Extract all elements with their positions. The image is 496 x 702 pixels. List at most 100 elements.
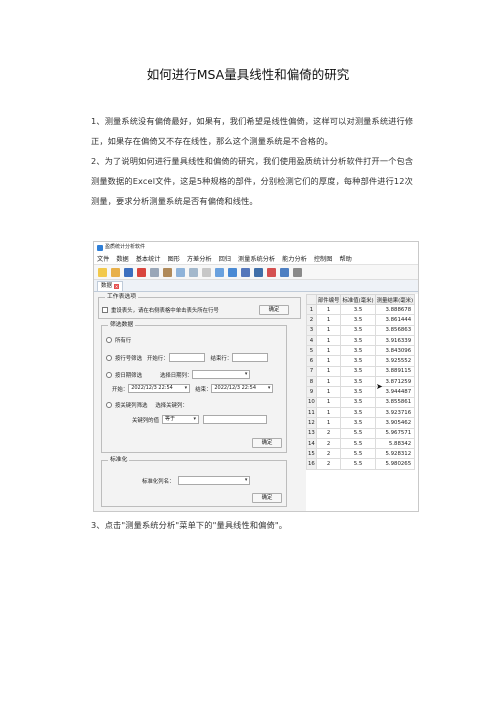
row-number[interactable]: 1 [306,303,317,316]
menu-item-9[interactable]: 帮助 [339,254,351,263]
open-icon[interactable] [111,267,120,277]
row-number[interactable]: 4 [306,334,317,347]
table-cell[interactable]: 3.5 [340,314,376,326]
by-date-radio[interactable] [106,371,112,378]
row-number[interactable]: 5 [306,345,317,357]
table-row[interactable]: 4 1 3.5 3.916339 [306,334,416,347]
table-cell[interactable]: 3.5 [340,386,376,398]
table-row[interactable]: 11 1 3.5 3.923716 [306,406,416,419]
table-cell[interactable]: 3.5 [340,417,376,429]
new-icon[interactable] [98,267,107,277]
key-value-input[interactable] [202,415,267,424]
start-date-picker[interactable]: 2022/12/3 22:54 [128,384,191,393]
menu-item-6[interactable]: 测量系统分析 [238,254,275,263]
row-number[interactable]: 2 [306,314,317,326]
table-cell[interactable]: 3.5 [340,376,376,388]
by-key-radio[interactable] [106,402,112,408]
table-cell[interactable]: 1 [315,406,342,419]
table-cell[interactable]: 2 [315,427,342,439]
row-number[interactable]: 6 [306,355,317,367]
table-cell[interactable]: 1 [315,396,342,408]
table-cell[interactable]: 3.888678 [374,303,416,316]
reset-confirm-button[interactable]: 确定 [259,305,289,315]
delete-icon[interactable] [137,267,146,277]
column-header-2[interactable]: 测量结果(毫米) [374,294,416,305]
std-confirm-button[interactable]: 确定 [252,493,282,503]
table-cell[interactable]: 3.5 [340,334,376,347]
table-row[interactable]: 2 1 3.5 3.861444 [306,314,416,326]
table-row[interactable]: 6 1 3.5 3.925552 [306,355,416,367]
chart-bar-icon[interactable] [228,267,237,277]
table-cell[interactable]: 5.88342 [374,437,416,450]
table-cell[interactable]: 2 [315,437,342,450]
row-number[interactable]: 3 [306,324,317,336]
filter-confirm-button[interactable]: 确定 [252,438,282,448]
table-cell[interactable]: 1 [315,376,342,388]
end-row-input[interactable] [232,353,269,362]
operator-select[interactable]: 等于 [161,415,199,424]
table-cell[interactable]: 1 [315,355,342,367]
all-rows-radio[interactable] [106,337,112,343]
table-row[interactable]: 13 2 5.5 5.967571 [306,427,416,439]
reset-header-checkbox[interactable] [102,307,108,313]
row-number[interactable]: 7 [306,365,317,378]
table-cell[interactable]: 3.5 [340,355,376,367]
table-cell[interactable]: 1 [315,334,342,347]
paste-icon[interactable] [163,267,172,277]
table-row[interactable]: 7 1 3.5 3.889115 [306,365,416,378]
table-cell[interactable]: 5.5 [340,458,376,470]
copy-icon[interactable] [150,267,159,277]
table-cell[interactable]: 3.889115 [374,365,416,378]
table-cell[interactable]: 3.855861 [374,396,416,408]
table-row[interactable]: 8 1 3.5 3.871259 [306,376,416,388]
histogram-icon[interactable] [241,267,250,277]
table-cell[interactable]: 3.856863 [374,324,416,336]
tab-data[interactable]: 数据 ✕ [97,281,124,291]
menu-item-7[interactable]: 能力分析 [282,254,307,263]
start-row-input[interactable] [168,353,205,362]
table-row[interactable]: 1 1 3.5 3.888678 [306,303,416,316]
table-row[interactable]: 9 1 3.5 3.944487 [306,386,416,398]
table-cell[interactable]: 3.5 [340,365,376,378]
table-cell[interactable]: 1 [315,365,342,378]
row-number[interactable]: 10 [306,396,317,408]
row-number[interactable]: 14 [306,437,317,450]
menu-item-3[interactable]: 图形 [168,254,180,263]
menu-item-4[interactable]: 方差分析 [187,254,212,263]
table-row[interactable]: 14 2 5.5 5.88342 [306,437,416,450]
row-number[interactable]: 8 [306,376,317,388]
row-number[interactable]: 16 [306,458,317,470]
table-cell[interactable]: 3.843096 [374,345,416,357]
table-cell[interactable]: 3.925552 [374,355,416,367]
table-cell[interactable]: 5.5 [340,427,376,439]
table-cell[interactable]: 1 [315,303,342,316]
date-column-select[interactable] [192,370,251,379]
menu-item-5[interactable]: 回归 [219,254,231,263]
table-cell[interactable]: 3.5 [340,324,376,336]
menu-item-1[interactable]: 数据 [116,254,128,263]
chart-line-icon[interactable] [215,267,224,277]
table-row[interactable]: 10 1 3.5 3.855861 [306,396,416,408]
table-cell[interactable]: 1 [315,324,342,336]
row-number[interactable]: 11 [306,406,317,419]
table-cell[interactable]: 3.5 [340,345,376,357]
table-cell[interactable]: 1 [315,314,342,326]
table-cell[interactable]: 3.916339 [374,334,416,347]
row-number[interactable]: 9 [306,386,317,398]
save-icon[interactable] [124,267,133,277]
control-chart-icon[interactable] [280,267,289,277]
table-cell[interactable]: 3.905462 [374,417,416,429]
table-cell[interactable]: 3.861444 [374,314,416,326]
table-row[interactable]: 12 1 3.5 3.905462 [306,417,416,429]
column-header-1[interactable]: 标准值(毫米) [340,294,376,305]
capability-icon[interactable] [293,267,302,277]
row-number[interactable]: 13 [306,427,317,439]
menu-item-2[interactable]: 基本统计 [136,254,161,263]
by-row-radio[interactable] [106,354,112,361]
table-cell[interactable]: 5.928312 [374,448,416,460]
column-header-0[interactable]: 部件编号 [315,294,342,305]
calc-icon[interactable] [202,267,211,277]
grid-icon[interactable] [189,267,198,277]
scatter-icon[interactable] [254,267,263,277]
table-cell[interactable]: 1 [315,345,342,357]
